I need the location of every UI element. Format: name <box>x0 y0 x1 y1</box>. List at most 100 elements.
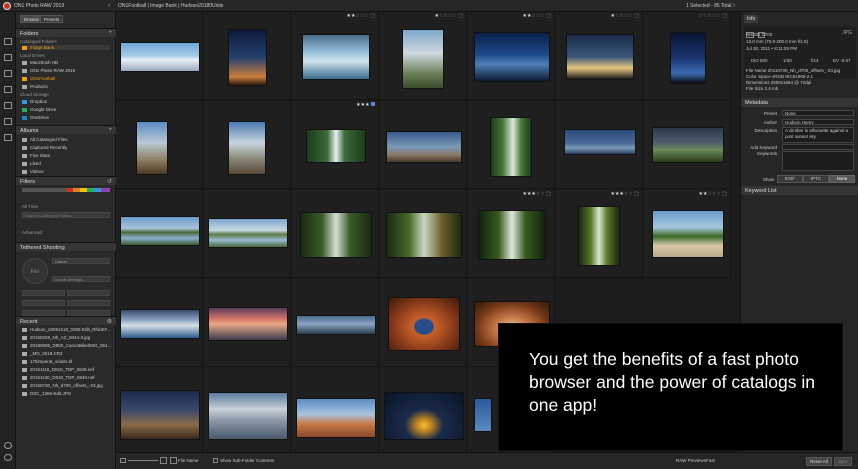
recent-item[interactable]: 175imperat_sclass.tif <box>22 359 72 364</box>
grid-cell[interactable] <box>380 101 467 189</box>
grid-cell[interactable] <box>116 368 203 452</box>
grid-cell[interactable] <box>116 279 203 367</box>
reset-all-button[interactable]: Reset All <box>806 457 832 466</box>
photo-thumbnail[interactable] <box>490 117 532 177</box>
show-iptc-button[interactable]: IPTC <box>803 175 829 183</box>
grid-cell[interactable] <box>204 101 291 189</box>
grid-cell[interactable] <box>468 101 555 189</box>
grid-cell[interactable] <box>380 190 467 278</box>
tab-info[interactable]: Info <box>744 15 759 23</box>
photo-thumbnail[interactable] <box>578 206 620 266</box>
back-arrow-icon[interactable]: ‹ <box>108 2 110 9</box>
show-subfolders-checkbox[interactable] <box>213 458 218 463</box>
develop-module-icon[interactable] <box>4 70 12 77</box>
sort-select[interactable]: File Name <box>178 458 199 463</box>
grid-cell[interactable] <box>116 101 203 189</box>
add-album-icon[interactable]: + <box>108 127 112 133</box>
cloud-onedrive[interactable]: OneDrive <box>22 115 49 120</box>
zoom-out-icon[interactable] <box>120 458 126 463</box>
star-rating[interactable]: ★☆☆☆☆ ▢ <box>434 13 463 19</box>
photo-thumbnail[interactable] <box>208 307 288 341</box>
folders-header[interactable]: Folders + <box>16 28 116 37</box>
star-rating[interactable]: ★★☆☆☆ ▢ <box>522 13 551 19</box>
grid-cell[interactable]: ☆☆☆☆☆ ▢ <box>644 12 731 100</box>
recent-item[interactable]: 20150228_Nh_AZ_0044-3.jpg <box>22 335 90 340</box>
grid-cell[interactable]: ★☆☆☆☆ ▢ <box>380 12 467 100</box>
filter-time[interactable]: All Time <box>22 204 38 209</box>
grid-cell[interactable] <box>556 101 643 189</box>
forward-arrow-icon[interactable]: › <box>733 2 735 9</box>
photo-thumbnail[interactable] <box>670 32 706 84</box>
star-rating[interactable]: ★☆☆☆☆ ▢ <box>610 13 639 19</box>
grid-cell[interactable] <box>380 368 467 452</box>
user-icon[interactable] <box>4 442 12 449</box>
metadata-header[interactable]: Metadata <box>741 98 858 107</box>
grid-cell[interactable] <box>204 12 291 100</box>
recent-item[interactable]: 20151116_D810_TDP_0845.nef <box>22 367 94 372</box>
photo-thumbnail[interactable] <box>402 29 444 89</box>
albums-header[interactable]: Albums + <box>16 125 116 134</box>
photo-thumbnail[interactable] <box>208 218 288 248</box>
grid-cell[interactable] <box>204 190 291 278</box>
photo-thumbnail[interactable] <box>296 398 376 438</box>
star-rating[interactable]: ★★★☆☆ ▢ <box>610 191 639 197</box>
grid-cell[interactable] <box>204 279 291 367</box>
grid-cell[interactable]: ★★★☆☆ ▢ <box>468 190 555 278</box>
description-field[interactable]: A climber is silhouette against a post s… <box>782 127 854 143</box>
grid-cell[interactable]: ★★★ <box>292 101 379 189</box>
preset-select[interactable]: None <box>782 110 854 116</box>
photo-thumbnail[interactable] <box>652 127 724 163</box>
help-icon[interactable] <box>4 454 12 461</box>
star-rating[interactable]: ★★☆☆☆ ▢ <box>346 13 375 19</box>
tethered-option-select[interactable] <box>22 300 65 306</box>
grid-cell[interactable]: ★★☆☆☆ ▢ <box>292 12 379 100</box>
star-rating[interactable]: ☆☆☆☆☆ ▢ <box>698 13 727 19</box>
tethered-option-select[interactable] <box>67 300 110 306</box>
drive-macintosh-hd[interactable]: Macintosh HD <box>22 60 58 65</box>
recent-item[interactable]: 20150730_Nh_d700_offsets_-23.jpg <box>22 383 103 388</box>
photo-thumbnail[interactable] <box>566 34 634 80</box>
breadcrumb[interactable]: ON1Football | Image Bank | Hudson20180Un… <box>118 3 223 9</box>
photo-thumbnail[interactable] <box>302 34 370 80</box>
recent-item[interactable]: 20151130_D810_TDP_0840.nef <box>22 375 94 380</box>
album-captured-recently[interactable]: Captured Recently <box>22 145 67 150</box>
photo-thumbnail[interactable] <box>136 121 168 175</box>
add-folder-icon[interactable]: + <box>108 30 112 36</box>
photo-thumbnail[interactable] <box>208 392 288 440</box>
album-liked[interactable]: Liked <box>22 161 41 166</box>
browse-module-icon[interactable] <box>4 38 12 45</box>
cloud-dropbox[interactable]: Dropbox <box>22 99 47 104</box>
photo-thumbnail[interactable] <box>386 212 462 258</box>
tab-presets[interactable]: Presets <box>40 15 64 23</box>
sync-button[interactable]: Sync <box>834 457 853 466</box>
keyword-list-header[interactable]: Keyword List <box>741 186 858 195</box>
grid-cell[interactable] <box>116 190 203 278</box>
grid-cell[interactable]: ★★★☆☆ ▢ <box>556 190 643 278</box>
grid-cell[interactable] <box>292 279 379 367</box>
portrait-module-icon[interactable] <box>4 102 12 109</box>
drive-on1-photo-raw[interactable]: ON1 Photo RAW 2019 <box>22 68 75 73</box>
filter-search-input[interactable]: Search Cataloged Folders <box>22 212 110 218</box>
layers-module-icon[interactable] <box>4 118 12 125</box>
photo-thumbnail[interactable] <box>228 29 267 86</box>
grid-cell[interactable]: ★☆☆☆☆ ▢ <box>556 12 643 100</box>
sort-icon[interactable] <box>170 457 177 464</box>
photo-thumbnail[interactable] <box>120 390 200 440</box>
photo-thumbnail[interactable] <box>306 129 366 163</box>
drive-products[interactable]: Products <box>22 84 48 89</box>
photo-thumbnail[interactable] <box>296 315 376 335</box>
tethered-shooting-header[interactable]: Tethered Shooting <box>16 242 116 251</box>
photo-thumbnail[interactable] <box>388 297 460 351</box>
photo-thumbnail[interactable] <box>474 398 492 432</box>
album-five-stars[interactable]: Five Stars <box>22 153 50 158</box>
add-keyword-field[interactable] <box>782 144 854 150</box>
photo-thumbnail[interactable] <box>474 32 550 82</box>
grid-cell[interactable] <box>116 12 203 100</box>
filters-header[interactable]: Filters ↺ <box>16 176 116 185</box>
photo-thumbnail[interactable] <box>564 129 636 155</box>
photo-thumbnail[interactable] <box>386 131 462 163</box>
recent-item[interactable]: DSC_1366-Edit.JPG <box>22 391 71 396</box>
star-rating[interactable]: ★★☆☆☆ ▢ <box>698 191 727 197</box>
photo-thumbnail[interactable] <box>228 121 266 175</box>
recent-item[interactable]: 20180605_D850_CanonBike/IMG_051... <box>22 343 111 348</box>
